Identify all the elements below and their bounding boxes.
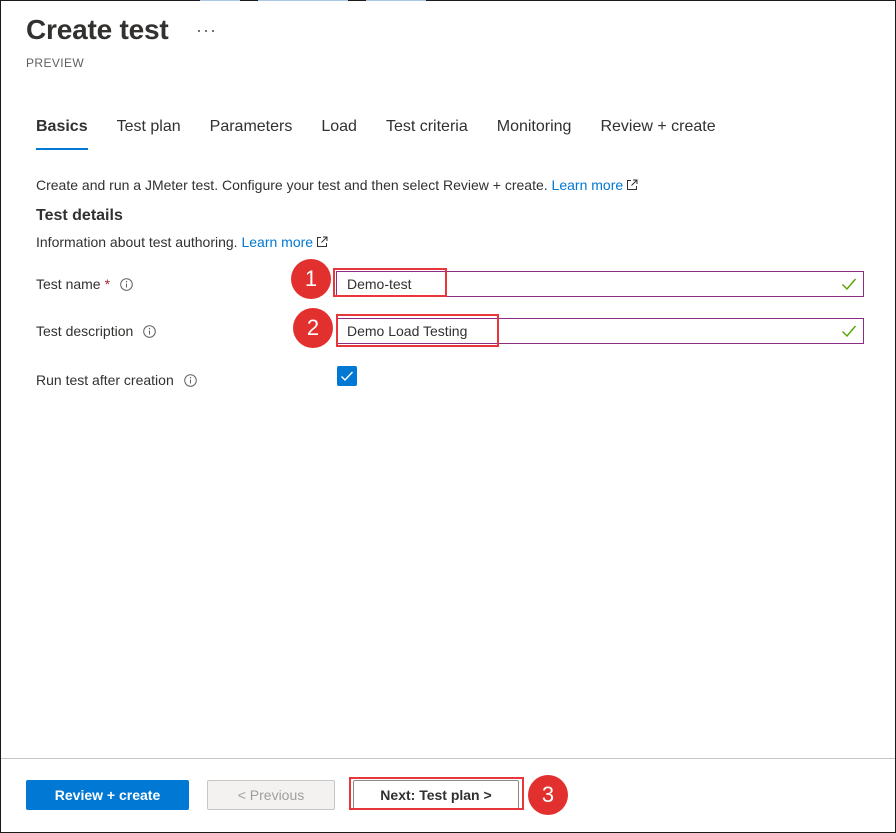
page-title: Create test: [26, 14, 169, 45]
step-badge-2: 2: [293, 308, 333, 348]
valid-check-icon: [841, 324, 857, 343]
info-icon[interactable]: [183, 373, 197, 387]
test-description-label-text: Test description: [36, 323, 134, 339]
tab-review-create[interactable]: Review + create: [600, 118, 715, 150]
checkmark-icon: [341, 371, 354, 382]
tab-monitoring[interactable]: Monitoring: [497, 118, 572, 150]
step-badge-3: 3: [528, 775, 568, 815]
intro-text: Create and run a JMeter test. Configure …: [36, 177, 638, 194]
test-details-description: Information about test authoring. Learn …: [36, 234, 328, 251]
tab-bar: Basics Test plan Parameters Load Test cr…: [36, 118, 745, 150]
info-icon[interactable]: [143, 324, 157, 338]
previous-button[interactable]: < Previous: [207, 780, 335, 810]
intro-learn-more-link[interactable]: Learn more: [552, 177, 624, 193]
details-learn-more-link[interactable]: Learn more: [241, 234, 313, 250]
tab-load[interactable]: Load: [321, 118, 357, 150]
run-after-creation-checkbox[interactable]: [337, 366, 357, 386]
tab-parameters[interactable]: Parameters: [210, 118, 293, 150]
test-name-label-text: Test name: [36, 276, 101, 292]
review-create-button[interactable]: Review + create: [26, 780, 189, 810]
breadcrumb-clipped: [200, 0, 460, 2]
run-after-creation-label: Run test after creation: [36, 372, 197, 388]
tab-test-criteria[interactable]: Test criteria: [386, 118, 468, 150]
footer-divider: [1, 758, 895, 759]
external-link-icon: [626, 178, 638, 194]
details-description-text: Information about test authoring.: [36, 234, 242, 250]
more-actions-button[interactable]: ···: [196, 20, 217, 41]
highlight-box-2: [336, 314, 499, 347]
highlight-box-3: [349, 777, 524, 810]
external-link-icon: [316, 235, 328, 251]
intro-description: Create and run a JMeter test. Configure …: [36, 177, 552, 193]
step-badge-1: 1: [291, 259, 331, 299]
test-name-label: Test name *: [36, 276, 133, 292]
highlight-box-1: [333, 268, 447, 297]
test-details-heading: Test details: [36, 207, 123, 224]
info-icon[interactable]: [120, 277, 133, 291]
test-description-label: Test description: [36, 323, 157, 339]
tab-basics[interactable]: Basics: [36, 118, 88, 150]
required-asterisk: *: [104, 276, 111, 292]
preview-label: PREVIEW: [26, 56, 85, 70]
tab-test-plan[interactable]: Test plan: [117, 118, 181, 150]
valid-check-icon: [841, 277, 857, 296]
run-after-creation-label-text: Run test after creation: [36, 372, 174, 388]
